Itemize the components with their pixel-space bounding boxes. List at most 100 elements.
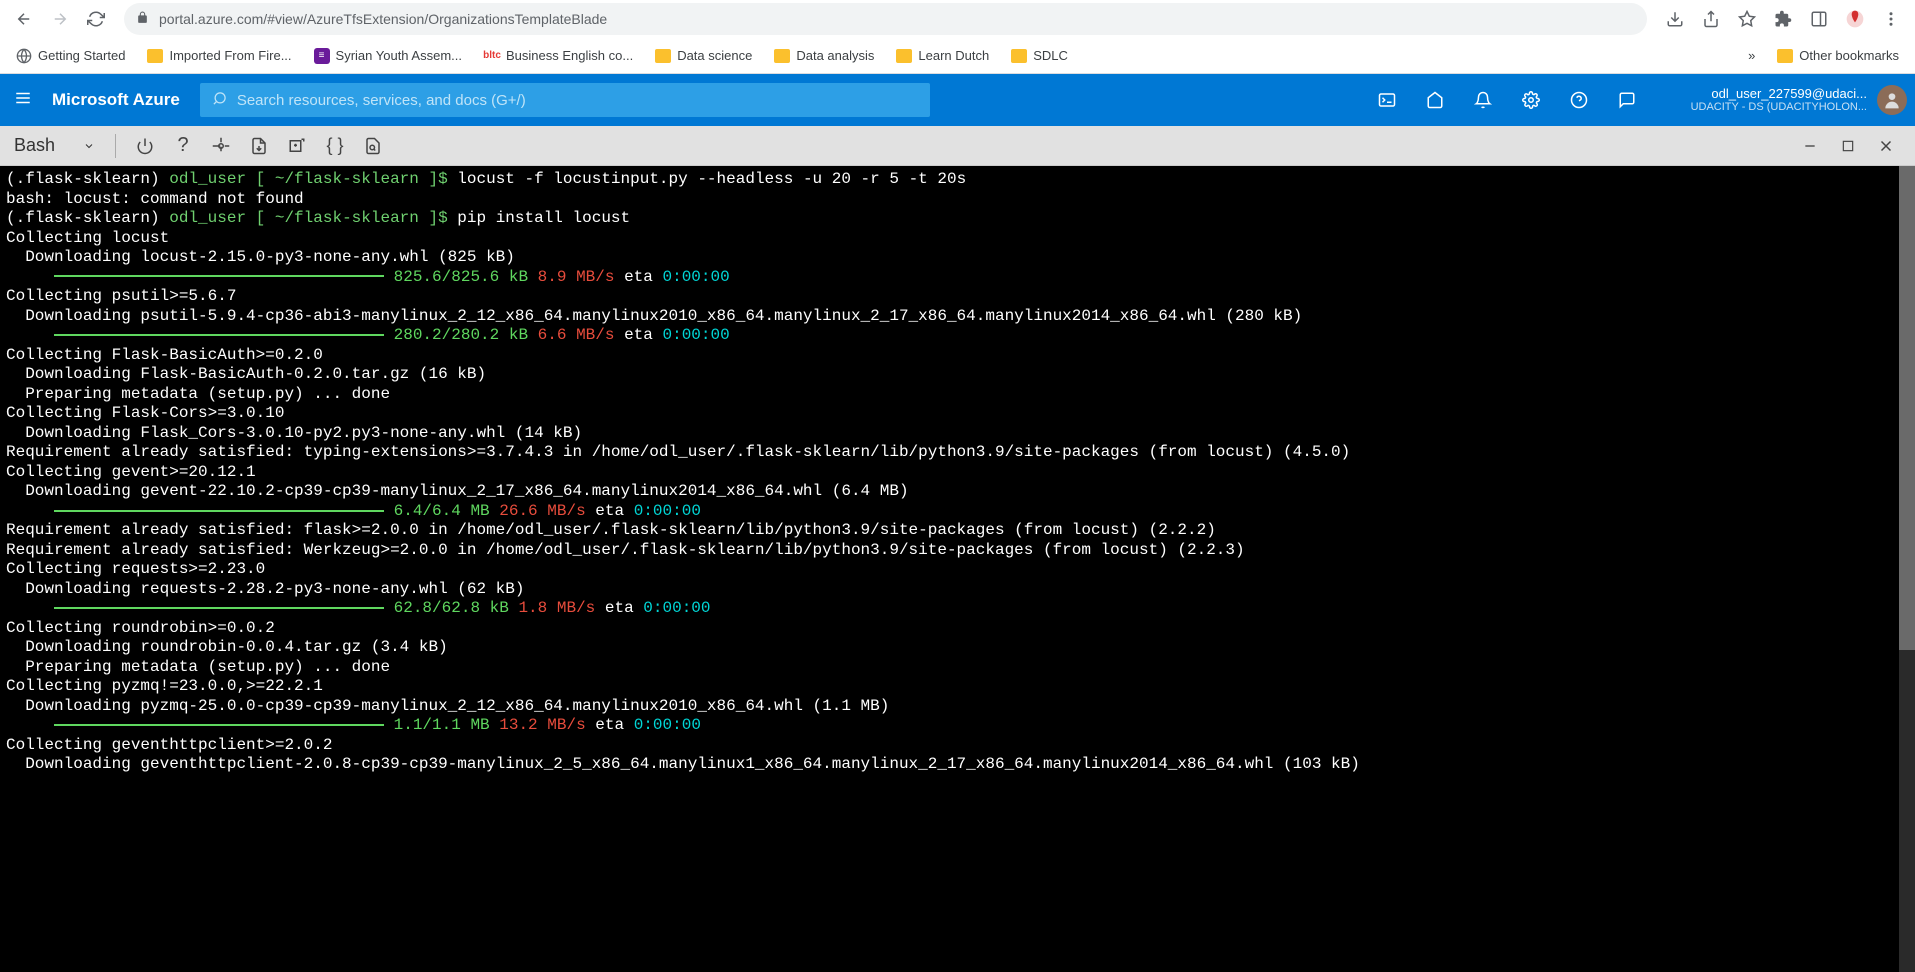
user-email: odl_user_227599@udaci...	[1691, 86, 1867, 102]
terminal-line: Preparing metadata (setup.py) ... done	[6, 658, 1909, 678]
scrollbar-track[interactable]	[1899, 166, 1915, 972]
lock-icon	[136, 11, 149, 27]
terminal-line: 6.4/6.4 MB 26.6 MB/s eta 0:00:00	[6, 502, 1909, 522]
install-icon[interactable]	[1659, 3, 1691, 35]
terminal-line: Downloading Flask_Cors-3.0.10-py2.py3-no…	[6, 424, 1909, 444]
maximize-button[interactable]	[1829, 127, 1867, 165]
hamburger-icon[interactable]	[14, 89, 32, 112]
terminal-line: 280.2/280.2 kB 6.6 MB/s eta 0:00:00	[6, 326, 1909, 346]
restart-button[interactable]	[126, 127, 164, 165]
bookmark-label: Syrian Youth Assem...	[336, 48, 462, 63]
terminal-line: Collecting Flask-Cors>=3.0.10	[6, 404, 1909, 424]
folder-icon	[655, 49, 671, 63]
shell-type-dropdown[interactable]: Bash	[10, 135, 105, 156]
browser-toolbar: portal.azure.com/#view/AzureTfsExtension…	[0, 0, 1915, 38]
terminal-line: Downloading geventhttpclient-2.0.8-cp39-…	[6, 755, 1909, 775]
azure-search[interactable]	[200, 83, 930, 117]
other-bookmarks[interactable]: Other bookmarks	[1769, 44, 1907, 67]
address-bar[interactable]: portal.azure.com/#view/AzureTfsExtension…	[124, 3, 1647, 35]
cloudshell-toolbar: Bash ? { }	[0, 126, 1915, 166]
bookmark-item[interactable]: ≡ Syrian Youth Assem...	[306, 44, 470, 68]
shell-settings-button[interactable]	[202, 127, 240, 165]
extensions-icon[interactable]	[1767, 3, 1799, 35]
scrollbar-thumb[interactable]	[1899, 166, 1915, 650]
star-icon[interactable]	[1731, 3, 1763, 35]
bookmark-label: Other bookmarks	[1799, 48, 1899, 63]
globe-icon	[16, 48, 32, 64]
help-icon[interactable]	[1555, 74, 1603, 126]
folder-icon	[774, 49, 790, 63]
terminal-line: Downloading requests-2.28.2-py3-none-any…	[6, 580, 1909, 600]
terminal-line: Requirement already satisfied: typing-ex…	[6, 443, 1909, 463]
terminal-line: Downloading locust-2.15.0-py3-none-any.w…	[6, 248, 1909, 268]
terminal-line: Collecting gevent>=20.12.1	[6, 463, 1909, 483]
user-tenant: UDACITY - DS (UDACITYHOLON...	[1691, 101, 1867, 114]
terminal-line: Downloading pyzmq-25.0.0-cp39-cp39-manyl…	[6, 697, 1909, 717]
terminal-line: Collecting pyzmq!=23.0.0,>=22.2.1	[6, 677, 1909, 697]
terminal-line: Collecting psutil>=5.6.7	[6, 287, 1909, 307]
terminal-line: Collecting roundrobin>=0.0.2	[6, 619, 1909, 639]
chevron-down-icon	[83, 140, 95, 152]
share-icon[interactable]	[1695, 3, 1727, 35]
bookmark-label: Data science	[677, 48, 752, 63]
bookmarks-bar: Getting Started Imported From Fire... ≡ Syr…	[0, 38, 1915, 74]
terminal-line: Collecting requests>=2.23.0	[6, 560, 1909, 580]
azure-header-icons	[1363, 74, 1651, 126]
back-button[interactable]	[8, 3, 40, 35]
bookmark-label: Data analysis	[796, 48, 874, 63]
bookmark-item[interactable]: bltc Business English co...	[476, 44, 641, 68]
profile-icon[interactable]	[1839, 3, 1871, 35]
box-icon: ≡	[314, 48, 330, 64]
search-icon	[212, 91, 227, 110]
forward-button[interactable]	[44, 3, 76, 35]
terminal-line: Downloading Flask-BasicAuth-0.2.0.tar.gz…	[6, 365, 1909, 385]
text-icon: bltc	[484, 48, 500, 64]
terminal[interactable]: (.flask-sklearn) odl_user [ ~/flask-skle…	[0, 166, 1915, 972]
help-button[interactable]: ?	[164, 127, 202, 165]
new-session-button[interactable]	[278, 127, 316, 165]
directory-icon[interactable]	[1411, 74, 1459, 126]
bookmark-label: Business English co...	[506, 48, 633, 63]
azure-user-menu[interactable]: odl_user_227599@udaci... UDACITY - DS (U…	[1671, 85, 1915, 115]
close-button[interactable]	[1867, 127, 1905, 165]
bookmark-item[interactable]: Data analysis	[766, 44, 882, 67]
bookmark-item[interactable]: Learn Dutch	[888, 44, 997, 67]
bookmark-item[interactable]: SDLC	[1003, 44, 1076, 67]
terminal-line: 1.1/1.1 MB 13.2 MB/s eta 0:00:00	[6, 716, 1909, 736]
bookmark-label: Getting Started	[38, 48, 125, 63]
terminal-line: Downloading psutil-5.9.4-cp36-abi3-manyl…	[6, 307, 1909, 327]
bookmark-label: Learn Dutch	[918, 48, 989, 63]
folder-icon	[1777, 49, 1793, 63]
bookmark-item[interactable]: Getting Started	[8, 44, 133, 68]
folder-icon	[1011, 49, 1027, 63]
web-preview-button[interactable]	[354, 127, 392, 165]
bookmark-item[interactable]: Data science	[647, 44, 760, 67]
settings-icon[interactable]	[1507, 74, 1555, 126]
reload-button[interactable]	[80, 3, 112, 35]
minimize-button[interactable]	[1791, 127, 1829, 165]
folder-icon	[896, 49, 912, 63]
azure-search-input[interactable]	[237, 92, 918, 109]
azure-header: Microsoft Azure odl_user_227599@udaci...	[0, 74, 1915, 126]
panel-icon[interactable]	[1803, 3, 1835, 35]
upload-download-button[interactable]	[240, 127, 278, 165]
notifications-icon[interactable]	[1459, 74, 1507, 126]
feedback-icon[interactable]	[1603, 74, 1651, 126]
terminal-line: Preparing metadata (setup.py) ... done	[6, 385, 1909, 405]
terminal-line: 825.6/825.6 kB 8.9 MB/s eta 0:00:00	[6, 268, 1909, 288]
bookmark-item[interactable]: Imported From Fire...	[139, 44, 299, 67]
terminal-line: Downloading gevent-22.10.2-cp39-cp39-man…	[6, 482, 1909, 502]
cloud-shell-icon[interactable]	[1363, 74, 1411, 126]
terminal-line: Collecting Flask-BasicAuth>=0.2.0	[6, 346, 1909, 366]
azure-logo[interactable]: Microsoft Azure	[52, 90, 180, 110]
folder-icon	[147, 49, 163, 63]
shell-type-label: Bash	[14, 135, 55, 156]
terminal-line: Downloading roundrobin-0.0.4.tar.gz (3.4…	[6, 638, 1909, 658]
menu-icon[interactable]	[1875, 3, 1907, 35]
terminal-line: Requirement already satisfied: flask>=2.…	[6, 521, 1909, 541]
terminal-line: 62.8/62.8 kB 1.8 MB/s eta 0:00:00	[6, 599, 1909, 619]
bookmarks-overflow[interactable]: »	[1740, 44, 1763, 67]
terminal-line: Requirement already satisfied: Werkzeug>…	[6, 541, 1909, 561]
editor-button[interactable]: { }	[316, 127, 354, 165]
terminal-line: Collecting geventhttpclient>=2.0.2	[6, 736, 1909, 756]
